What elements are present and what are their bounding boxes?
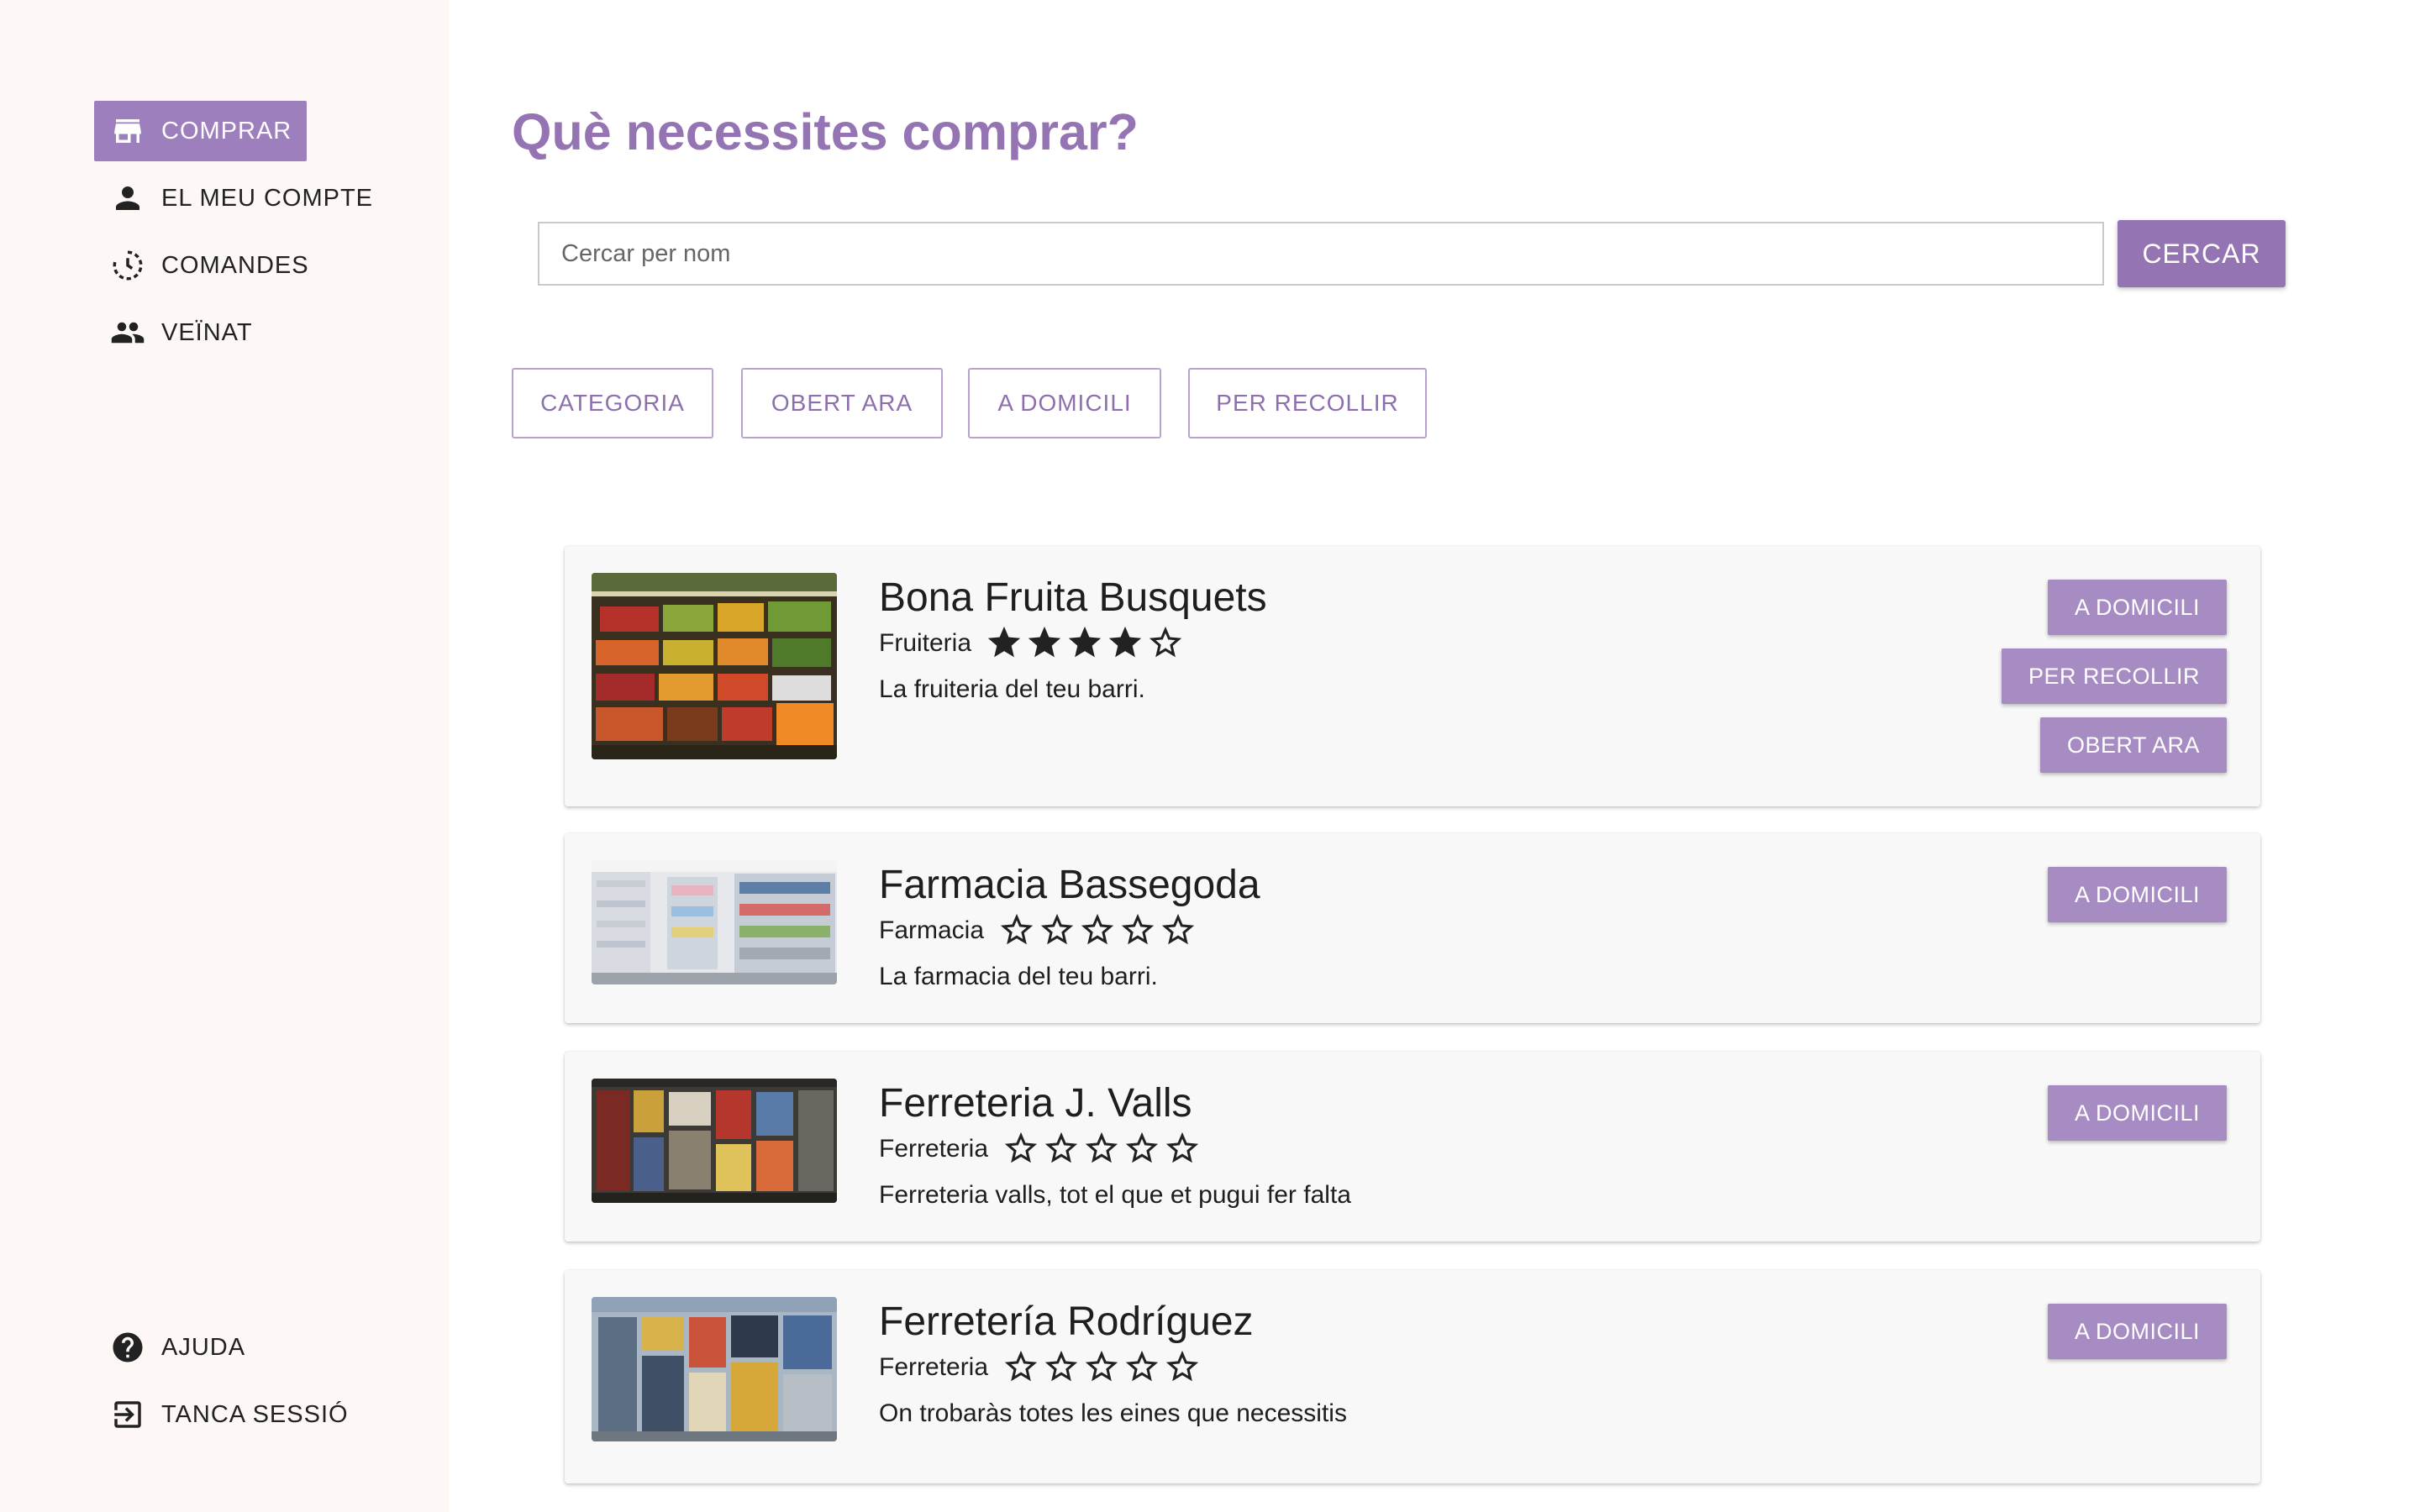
shop-name: Bona Fruita Busquets — [879, 575, 1267, 620]
shop-card[interactable]: Bona Fruita Busquets Fruiteria La fruite… — [565, 546, 2260, 806]
nav-item-comprar[interactable]: COMPRAR — [94, 101, 308, 161]
star-empty-icon[interactable] — [1078, 911, 1118, 951]
star-empty-icon[interactable] — [1002, 1129, 1042, 1169]
star-filled-icon[interactable] — [1106, 623, 1146, 664]
people-icon — [109, 314, 146, 351]
page-title: Què necessites comprar? — [512, 103, 1139, 160]
shop-card[interactable]: Farmacia Bassegoda Farmacia La farmacia … — [565, 833, 2260, 1023]
sidebar: COMPRAR EL MEU COMPTE COMANDES VEÏNAT AJ… — [0, 0, 449, 1512]
tag-a-domicili-button[interactable]: A DOMICILI — [2047, 580, 2227, 635]
shop-category: Ferreteria — [879, 1353, 989, 1381]
shop-category: Fruiteria — [879, 629, 972, 657]
person-icon — [109, 180, 146, 217]
shop-name: Ferretería Rodríguez — [879, 1299, 1254, 1344]
search-button[interactable]: CERCAR — [2118, 220, 2286, 287]
nav-item-veinat[interactable]: VEÏNAT — [94, 302, 268, 363]
filter-per-recollir[interactable]: PER RECOLLIR — [1188, 368, 1427, 438]
star-filled-icon[interactable] — [985, 623, 1025, 664]
nav-label: EL MEU COMPTE — [161, 184, 374, 212]
filter-categoria[interactable]: CATEGORIA — [512, 368, 713, 438]
nav-item-tanca-sessio[interactable]: TANCA SESSIÓ — [94, 1384, 364, 1445]
star-empty-icon[interactable] — [1118, 911, 1159, 951]
rating-stars — [1002, 1347, 1203, 1388]
star-empty-icon[interactable] — [1002, 1347, 1042, 1388]
shop-image — [592, 860, 837, 984]
tag-a-domicili-button[interactable]: A DOMICILI — [2047, 1085, 2227, 1141]
nav-label: VEÏNAT — [161, 318, 253, 346]
history-icon — [109, 247, 146, 284]
tag-per-recollir-button[interactable]: PER RECOLLIR — [2001, 648, 2227, 704]
tag-a-domicili-button[interactable]: A DOMICILI — [2047, 867, 2227, 922]
shop-category-row: Farmacia — [879, 911, 1199, 951]
shop-description: Ferreteria valls, tot el que et pugui fe… — [879, 1181, 1351, 1209]
rating-stars — [997, 911, 1199, 951]
shop-image — [592, 1297, 837, 1441]
shop-image — [592, 1079, 837, 1203]
star-empty-icon[interactable] — [1042, 1347, 1082, 1388]
filter-obert-ara[interactable]: OBERT ARA — [741, 368, 943, 438]
shop-description: La fruiteria del teu barri. — [879, 675, 1145, 703]
star-empty-icon[interactable] — [1146, 623, 1186, 664]
nav-item-ajuda[interactable]: AJUDA — [94, 1317, 260, 1378]
nav-label: COMANDES — [161, 251, 309, 279]
shop-card[interactable]: Ferreteria J. Valls Ferreteria Ferreteri… — [565, 1052, 2260, 1242]
nav-item-comandes[interactable]: COMANDES — [94, 235, 324, 296]
tag-obert-ara-button[interactable]: OBERT ARA — [2039, 717, 2227, 773]
shop-category-row: Ferreteria — [879, 1129, 1203, 1169]
shop-name: Farmacia Bassegoda — [879, 863, 1260, 907]
tag-a-domicili-button[interactable]: A DOMICILI — [2047, 1304, 2227, 1359]
shop-category: Farmacia — [879, 916, 985, 944]
shop-name: Ferreteria J. Valls — [879, 1081, 1192, 1126]
star-empty-icon[interactable] — [1038, 911, 1078, 951]
nav-label: COMPRAR — [161, 117, 292, 144]
star-filled-icon[interactable] — [1025, 623, 1065, 664]
search-input[interactable] — [538, 222, 2104, 286]
shop-image — [592, 573, 837, 759]
nav-label: AJUDA — [161, 1333, 246, 1361]
store-icon — [109, 113, 146, 150]
shop-category-row: Ferreteria — [879, 1347, 1203, 1388]
filter-a-domicili[interactable]: A DOMICILI — [968, 368, 1161, 438]
rating-stars — [985, 623, 1186, 664]
star-empty-icon[interactable] — [1082, 1347, 1123, 1388]
star-empty-icon[interactable] — [1163, 1129, 1203, 1169]
shop-description: On trobaràs totes les eines que necessit… — [879, 1399, 1347, 1427]
star-empty-icon[interactable] — [1123, 1129, 1163, 1169]
star-empty-icon[interactable] — [997, 911, 1038, 951]
shop-category-row: Fruiteria — [879, 623, 1186, 664]
star-empty-icon[interactable] — [1123, 1347, 1163, 1388]
star-empty-icon[interactable] — [1163, 1347, 1203, 1388]
rating-stars — [1002, 1129, 1203, 1169]
star-empty-icon[interactable] — [1159, 911, 1199, 951]
shop-category: Ferreteria — [879, 1135, 989, 1163]
logout-icon — [109, 1396, 146, 1433]
nav-label: TANCA SESSIÓ — [161, 1400, 349, 1428]
star-empty-icon[interactable] — [1082, 1129, 1123, 1169]
help-icon — [109, 1329, 146, 1366]
shop-description: La farmacia del teu barri. — [879, 963, 1158, 990]
shop-card[interactable]: Ferretería Rodríguez Ferreteria On troba… — [565, 1270, 2260, 1483]
nav-item-el-meu-compte[interactable]: EL MEU COMPTE — [94, 168, 388, 228]
star-empty-icon[interactable] — [1042, 1129, 1082, 1169]
star-filled-icon[interactable] — [1065, 623, 1106, 664]
